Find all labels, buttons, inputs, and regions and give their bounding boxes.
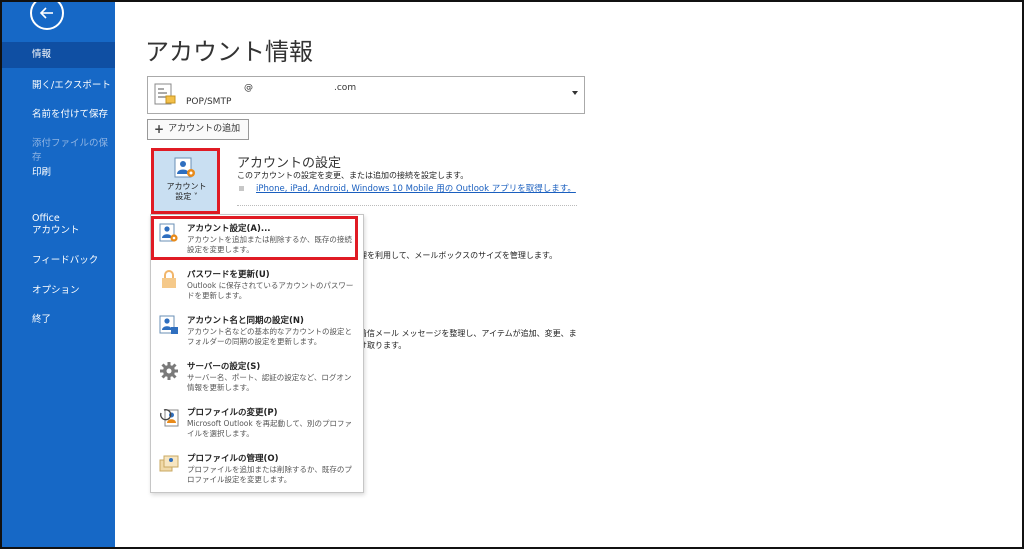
add-account-button[interactable]: + アカウントの追加 [147,119,250,140]
manage-profiles-icon [159,455,179,472]
menu-item-title: プロファイルの変更(P) [187,408,278,418]
account-email-at: @ [244,83,253,93]
gear-icon [160,362,178,380]
section-title: アカウントの設定 [237,156,342,171]
sidebar-item-info[interactable]: 情報 [2,42,115,68]
menu-item-description: Microsoft Outlook を再起動して、別のプロファイルを選択します。 [187,419,352,438]
highlight-box [151,216,358,260]
menu-item-description: サーバー名、ポート、認証の設定など、ログオン情報を更新します。 [187,373,352,392]
menu-item-description: プロファイルを追加または削除するか、既存のプロファイル設定を変更します。 [187,465,352,484]
sidebar-item-office-account[interactable]: Office アカウント [2,213,115,237]
mailbox-cleanup-text: 理を利用して、メールボックスのサイズを管理します。 [359,251,558,260]
back-button[interactable] [30,2,64,30]
rules-text-line2: け取ります。 [359,341,407,350]
menu-item-description: Outlook に保存されているアカウントのパスワードを更新します。 [187,281,354,300]
menu-item-description: アカウント名などの基本的なアカウントの設定とフォルダーの同期の設定を更新します。 [187,327,352,346]
highlight-box [151,148,220,214]
account-sync-icon [159,315,178,334]
sidebar-item-feedback[interactable]: フィードバック [2,254,115,268]
lock-icon [162,270,176,288]
bullet-icon [239,186,244,191]
menu-item-title: プロファイルの管理(O) [187,454,279,464]
change-profile-icon [160,409,179,427]
sidebar-item-print[interactable]: 印刷 [2,166,115,180]
main-content: アカウント情報 @ .com POP/SMTP + アカウントの追加 アカウント… [115,2,1022,547]
rules-text-line1: 着信メール メッセージを整理し、アイテムが追加、変更、ま [359,329,577,338]
menu-item-title: アカウント名と同期の設定(N) [187,316,304,326]
account-type-label: POP/SMTP [186,97,232,107]
menu-item-change-profile[interactable]: プロファイルの変更(P) Microsoft Outlook を再起動して、別の… [151,401,363,445]
menu-item-title: パスワードを更新(U) [187,270,270,280]
plus-icon: + [154,122,165,136]
page-title: アカウント情報 [145,38,313,66]
sidebar-item-save-as[interactable]: 名前を付けて保存 [2,108,115,122]
account-type-icon [154,83,176,105]
sidebar-item-exit[interactable]: 終了 [2,313,115,327]
section-description: このアカウントの設定を変更、または追加の接続を設定します。 [237,171,469,180]
sidebar-item-save-attachments[interactable]: 添付ファイルの保存 [2,137,115,165]
menu-item-manage-profiles[interactable]: プロファイルの管理(O) プロファイルを追加または削除するか、既存のプロファイル… [151,447,363,491]
menu-item-account-name-sync[interactable]: アカウント名と同期の設定(N) アカウント名などの基本的なアカウントの設定とフォ… [151,309,363,353]
chevron-down-icon[interactable] [572,91,578,95]
menu-item-server-settings[interactable]: サーバーの設定(S) サーバー名、ポート、認証の設定など、ログオン情報を更新しま… [151,355,363,399]
account-email-domain: .com [334,83,357,93]
get-outlook-app-link[interactable]: iPhone, iPad, Android, Windows 10 Mobile… [256,182,576,194]
menu-item-update-password[interactable]: パスワードを更新(U) Outlook に保存されているアカウントのパスワードを… [151,263,363,307]
menu-item-title: サーバーの設定(S) [187,362,261,372]
account-selector[interactable]: @ .com POP/SMTP [147,76,585,114]
divider [237,205,577,206]
sidebar-item-open-export[interactable]: 開く/エクスポート [2,79,115,93]
backstage-sidebar: 情報 開く/エクスポート 名前を付けて保存 添付ファイルの保存 印刷 Offic… [2,2,115,547]
outlook-backstage-window: 情報 開く/エクスポート 名前を付けて保存 添付ファイルの保存 印刷 Offic… [0,0,1024,549]
add-account-label: アカウントの追加 [168,124,241,134]
sidebar-item-options[interactable]: オプション [2,284,115,298]
back-arrow-icon [39,7,53,19]
